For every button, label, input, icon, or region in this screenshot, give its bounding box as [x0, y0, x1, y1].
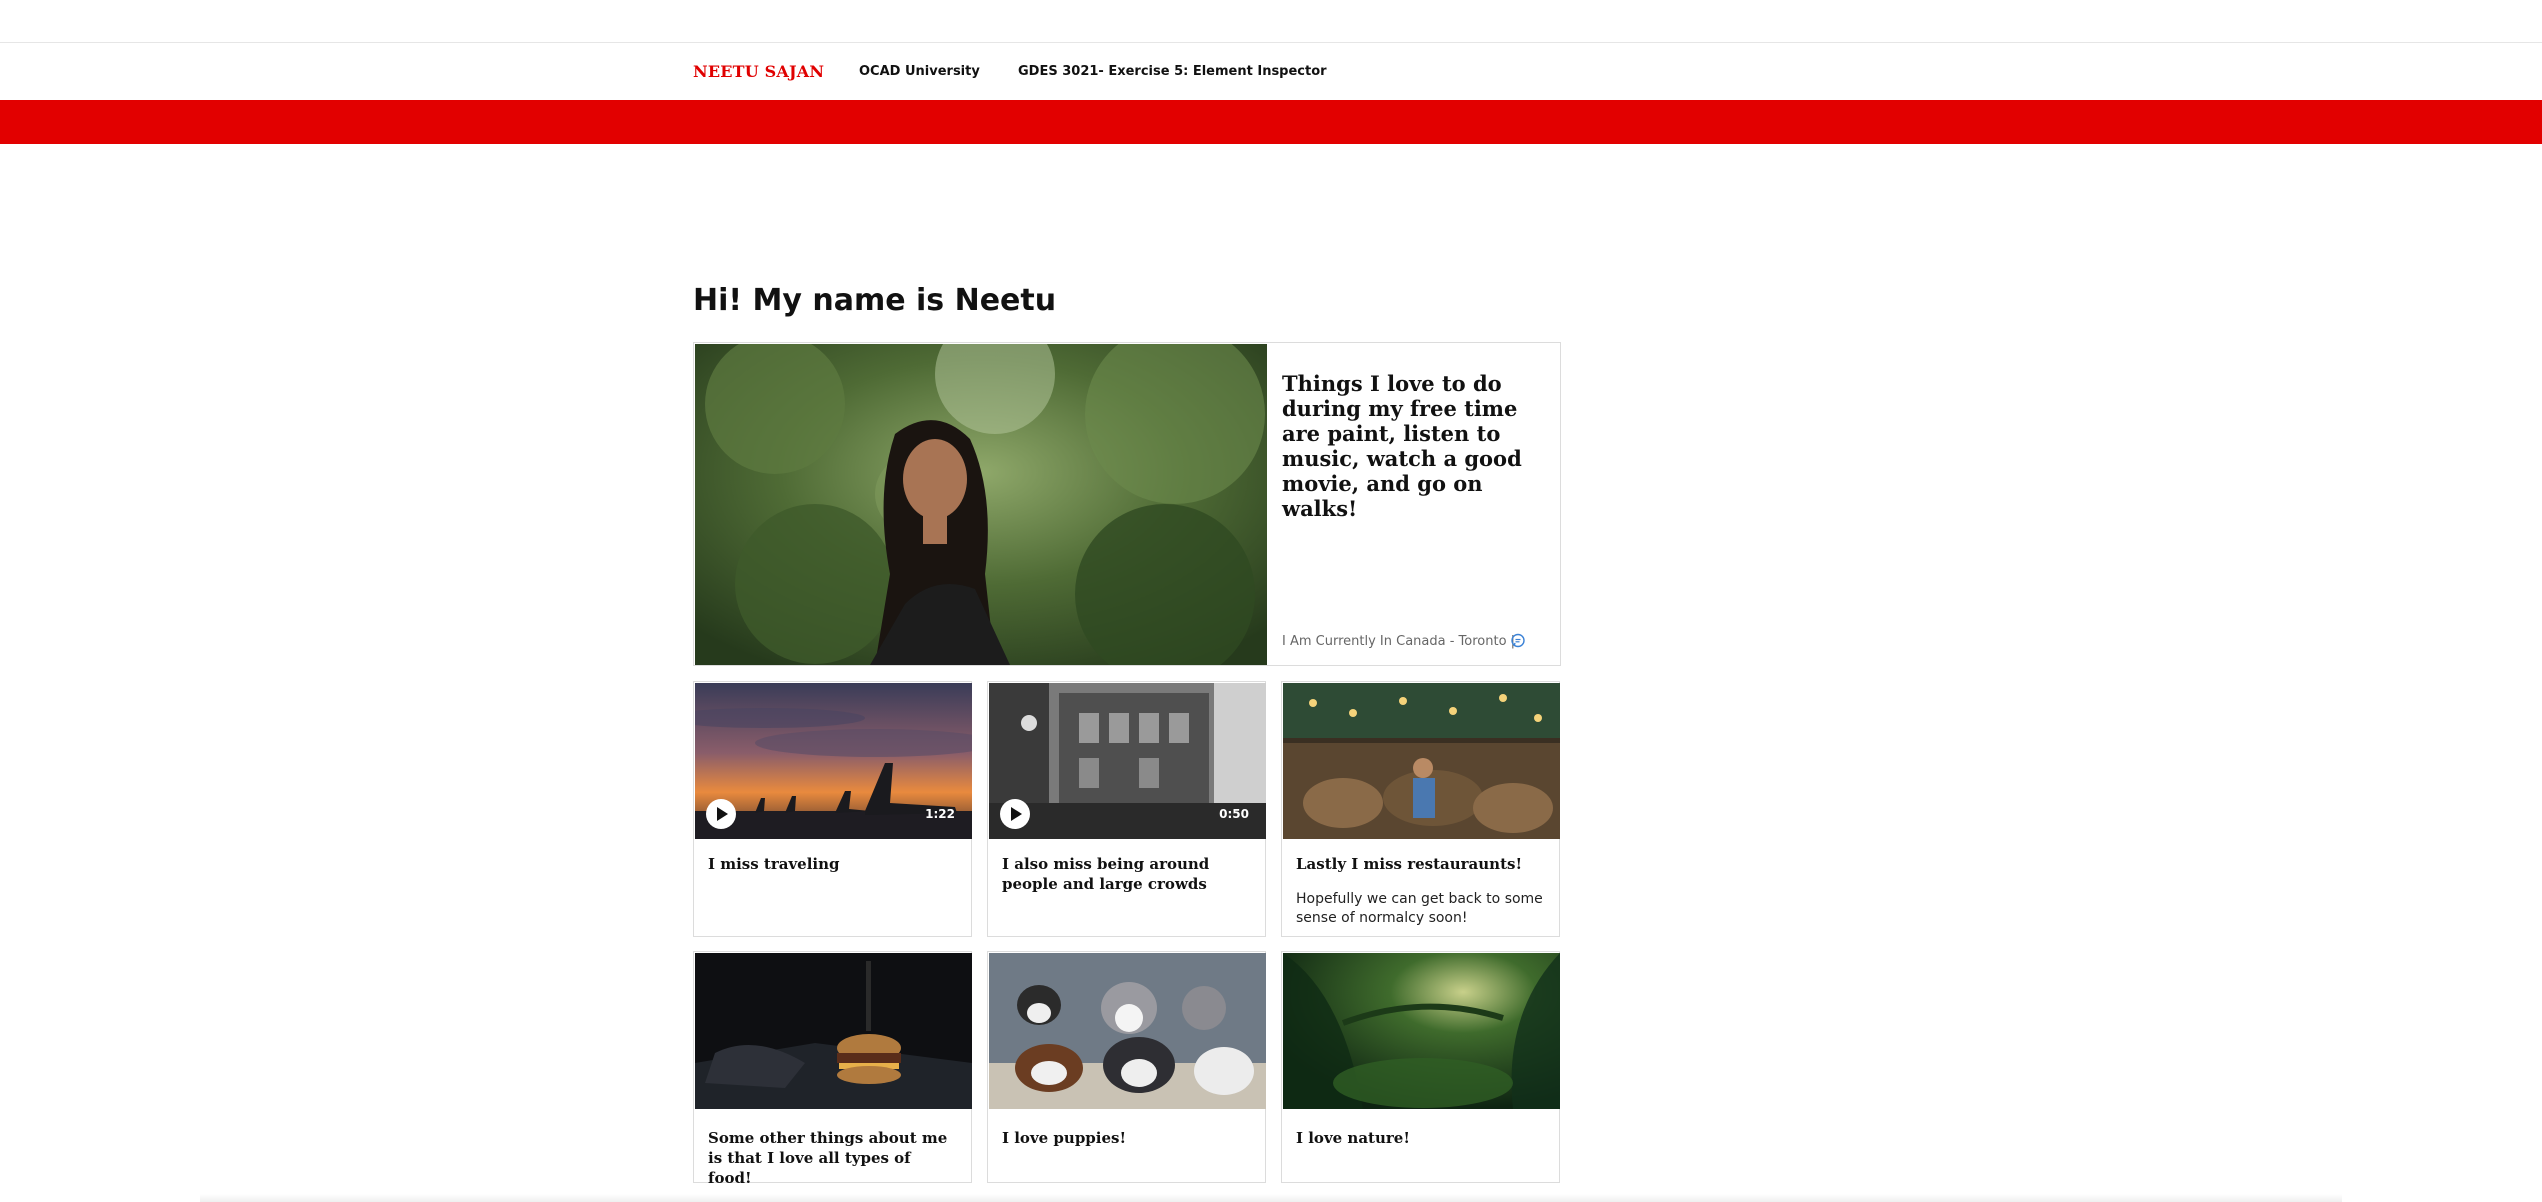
card-thumb-food — [695, 953, 972, 1109]
card-puppies[interactable]: I love puppies! — [987, 951, 1266, 1183]
card-crowds[interactable]: 0:50 I also miss being around people and… — [987, 681, 1266, 937]
page-title: Hi! My name is Neetu — [693, 283, 1057, 318]
card-description: Hopefully we can get back to some sense … — [1296, 891, 1543, 926]
site-nav: NEETU SAJAN OCAD University GDES 3021- E… — [0, 44, 2542, 100]
card-food[interactable]: Some other things about me is that I lov… — [693, 951, 972, 1187]
play-icon[interactable] — [1000, 799, 1030, 829]
video-duration: 0:50 — [1219, 807, 1249, 821]
card-restaurants[interactable]: Lastly I miss restauraunts! Hopefully we… — [1281, 681, 1560, 937]
card-title[interactable]: I love nature! — [1296, 1128, 1546, 1148]
card-title[interactable]: Some other things about me is that I lov… — [708, 1128, 958, 1188]
nav-link-ocad[interactable]: OCAD University — [859, 64, 980, 79]
card-traveling[interactable]: 1:22 I miss traveling — [693, 681, 972, 937]
hero-photo — [695, 344, 1267, 665]
red-banner — [0, 100, 2542, 144]
card-title[interactable]: I love puppies! — [1002, 1128, 1252, 1148]
location-text: I Am Currently In Canada - Toronto | — [1282, 634, 1516, 649]
card-thumb-puppies — [989, 953, 1266, 1109]
hero-text[interactable]: Things I love to do during my free time … — [1282, 371, 1542, 521]
play-icon[interactable] — [706, 799, 736, 829]
hero-location: I Am Currently In Canada - Toronto | — [1282, 633, 1525, 649]
card-title[interactable]: I miss traveling — [708, 854, 958, 874]
comment-icon[interactable] — [1510, 633, 1526, 649]
footer-divider — [200, 1194, 2342, 1202]
card-nature[interactable]: I love nature! — [1281, 951, 1560, 1183]
card-title[interactable]: Lastly I miss restauraunts! — [1296, 854, 1546, 874]
top-bar — [0, 0, 2542, 43]
nav-link-exercise[interactable]: GDES 3021- Exercise 5: Element Inspector — [1018, 64, 1327, 79]
card-thumb-restaurants — [1283, 683, 1560, 839]
hero-card[interactable]: Things I love to do during my free time … — [693, 342, 1561, 666]
card-title[interactable]: I also miss being around people and larg… — [1002, 854, 1252, 894]
video-duration: 1:22 — [925, 807, 955, 821]
brand-link[interactable]: NEETU SAJAN — [693, 62, 824, 81]
card-thumb-nature — [1283, 953, 1560, 1109]
